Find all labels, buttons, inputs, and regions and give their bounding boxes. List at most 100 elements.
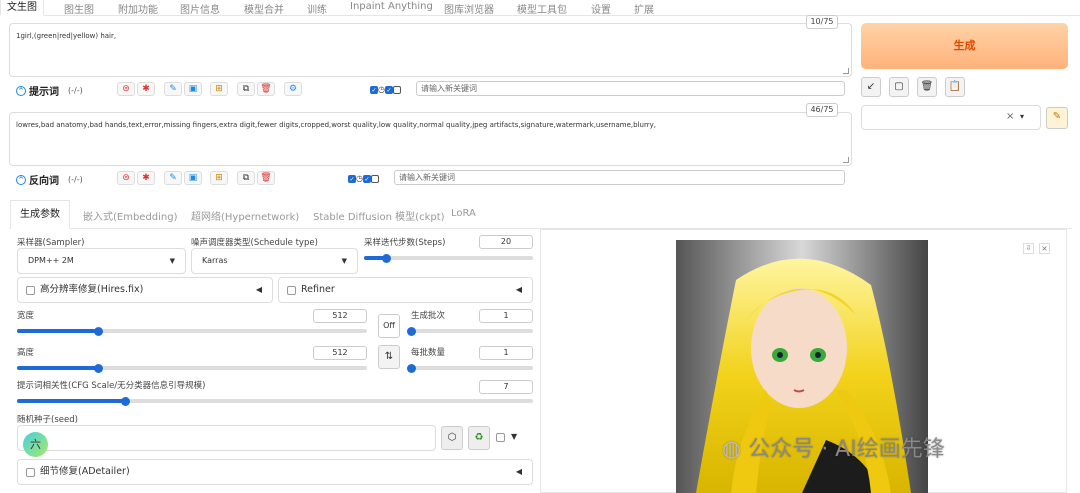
sampler-select[interactable]: DPM++ 2M ▼ [17, 248, 186, 274]
adetailer-checkbox[interactable] [26, 468, 35, 477]
keyword-input[interactable]: 请输入新关键词 [416, 81, 845, 96]
extra-seed-checkbox[interactable] [496, 433, 505, 442]
bookmark-icon[interactable]: ▣ [184, 171, 202, 185]
tab-img2img[interactable]: 图生图 [64, 1, 94, 16]
settings-icon[interactable]: ✱ [137, 171, 155, 185]
refiner-accordion[interactable]: Refiner ◀ [278, 277, 533, 303]
keyword-input[interactable]: 请输入新关键词 [394, 170, 845, 185]
copy-icon[interactable]: ⧉ [237, 82, 255, 96]
clear-icon[interactable]: ⊜ [117, 171, 135, 185]
width-slider[interactable] [17, 329, 367, 333]
prompt-header[interactable]: ^ 提示词 (-/-) [16, 83, 83, 98]
style-select[interactable]: × ▾ [861, 105, 1041, 130]
negative-header[interactable]: ^ 反向词 (-/-) [16, 172, 83, 187]
tab-checkpoint[interactable]: Stable Diffusion 模型(ckpt) [313, 208, 445, 223]
batch-count-slider[interactable] [411, 329, 533, 333]
schedule-label: 噪声调度器类型(Schedule type) [191, 238, 318, 248]
tab-png-info[interactable]: 图片信息 [180, 1, 220, 16]
clear-icon[interactable]: × [1006, 111, 1014, 122]
download-icon[interactable]: ⇩ [1023, 243, 1034, 254]
history-icon[interactable]: ◷ [378, 85, 385, 94]
refiner-label: Refiner [301, 284, 335, 295]
trash-icon[interactable]: 🗑 [257, 82, 275, 96]
batch-size-slider[interactable] [411, 366, 533, 370]
clear-icon[interactable]: ⊜ [117, 82, 135, 96]
tab-model-toolkit[interactable]: 模型工具包 [517, 1, 567, 16]
prompt-text: 1girl,(green|red|yellow) hair, [16, 32, 117, 40]
swap-dimensions-icon[interactable]: ⇅ [378, 345, 400, 369]
tab-settings[interactable]: 设置 [591, 1, 611, 16]
history-icon[interactable]: ◷ [356, 174, 363, 183]
main-tabs: 文生图 图生图 附加功能 图片信息 模型合并 训练 Inpaint Anythi… [0, 0, 1080, 16]
width-slider-knob[interactable] [93, 326, 103, 336]
pencil-icon[interactable]: ✎ [1046, 107, 1068, 129]
settings-icon[interactable]: ✱ [137, 82, 155, 96]
checkbox-empty[interactable] [392, 85, 401, 94]
batch-size-label: 每批数量 [411, 348, 446, 358]
edit-icon[interactable]: ✎ [164, 171, 182, 185]
off-button[interactable]: Off [378, 314, 400, 338]
hires-checkbox[interactable] [26, 286, 35, 295]
adetailer-label: 细节修复(ADetailer) [40, 466, 130, 477]
height-input[interactable]: 512 [313, 346, 367, 360]
arrow-icon[interactable]: ↙ [861, 77, 881, 97]
tab-txt2img[interactable]: 文生图 [0, 0, 44, 16]
tab-inpaint-anything[interactable]: Inpaint Anything [350, 1, 433, 12]
batch-count-input[interactable]: 1 [479, 309, 533, 323]
batch-count-label: 生成批次 [411, 311, 446, 321]
refiner-checkbox[interactable] [287, 286, 296, 295]
bookmark-icon[interactable]: ▣ [184, 82, 202, 96]
clipboard-icon[interactable]: 📋 [945, 77, 965, 97]
batch-size-input[interactable]: 1 [479, 346, 533, 360]
resize-handle[interactable] [843, 157, 849, 163]
batch-count-knob[interactable] [407, 326, 416, 336]
tab-extensions[interactable]: 扩展 [634, 1, 654, 16]
batch-size-knob[interactable] [407, 363, 416, 373]
close-icon[interactable]: × [1039, 243, 1050, 254]
prompt-label: 提示词 [29, 87, 59, 98]
dice-icon[interactable]: ⬡ [441, 426, 463, 450]
translate-icon[interactable]: ⊞ [210, 171, 228, 185]
checkbox-checked[interactable]: ✓ [348, 174, 356, 183]
hires-fix-accordion[interactable]: 高分辨率修复(Hires.fix) ◀ [17, 277, 273, 303]
checkbox-checked[interactable]: ✓ [362, 174, 371, 183]
tab-embedding[interactable]: 嵌入式(Embedding) [83, 208, 178, 223]
tab-generation[interactable]: 生成参数 [10, 200, 70, 229]
checkbox-checked[interactable]: ✓ [384, 85, 393, 94]
page-icon[interactable]: ▢ [889, 77, 909, 97]
adetailer-accordion[interactable]: 细节修复(ADetailer) ◀ [17, 459, 533, 485]
chevron-down-icon: ▼ [341, 257, 347, 265]
translate-icon[interactable]: ⊞ [210, 82, 228, 96]
edit-icon[interactable]: ✎ [164, 82, 182, 96]
negative-prompt-textarea[interactable]: lowres,bad anatomy,bad hands,text,error,… [9, 112, 852, 166]
seed-input[interactable] [17, 425, 436, 451]
tab-gallery[interactable]: 图库浏览器 [444, 1, 494, 16]
chevron-down-icon[interactable]: ▼ [511, 432, 517, 441]
cfg-slider-knob[interactable] [121, 396, 131, 406]
height-slider-knob[interactable] [93, 363, 103, 373]
prompt-count: (-/-) [68, 86, 83, 95]
height-slider[interactable] [17, 366, 367, 370]
gear-icon[interactable]: ⚙ [284, 82, 302, 96]
recycle-icon[interactable]: ♻ [468, 426, 490, 450]
trash-icon[interactable]: 🗑 [917, 77, 937, 97]
generate-button[interactable]: 生成 [861, 23, 1068, 69]
tab-extras[interactable]: 附加功能 [118, 1, 158, 16]
resize-handle[interactable] [843, 68, 849, 74]
prompt-textarea[interactable]: 1girl,(green|red|yellow) hair, [9, 23, 852, 77]
checkbox-empty[interactable] [370, 174, 379, 183]
checkbox-checked[interactable]: ✓ [370, 85, 378, 94]
cfg-slider[interactable] [17, 399, 533, 403]
tab-train[interactable]: 训练 [307, 1, 327, 16]
copy-icon[interactable]: ⧉ [237, 171, 255, 185]
steps-slider-knob[interactable] [381, 253, 391, 263]
tab-merge[interactable]: 模型合并 [244, 1, 284, 16]
trash-icon[interactable]: 🗑 [257, 171, 275, 185]
cfg-input[interactable]: 7 [479, 380, 533, 394]
schedule-select[interactable]: Karras ▼ [191, 248, 358, 274]
tab-hypernetwork[interactable]: 超网络(Hypernetwork) [191, 208, 299, 223]
steps-label: 采样迭代步数(Steps) [364, 238, 446, 248]
width-input[interactable]: 512 [313, 309, 367, 323]
steps-input[interactable]: 20 [479, 235, 533, 249]
tab-lora[interactable]: LoRA [451, 208, 476, 219]
